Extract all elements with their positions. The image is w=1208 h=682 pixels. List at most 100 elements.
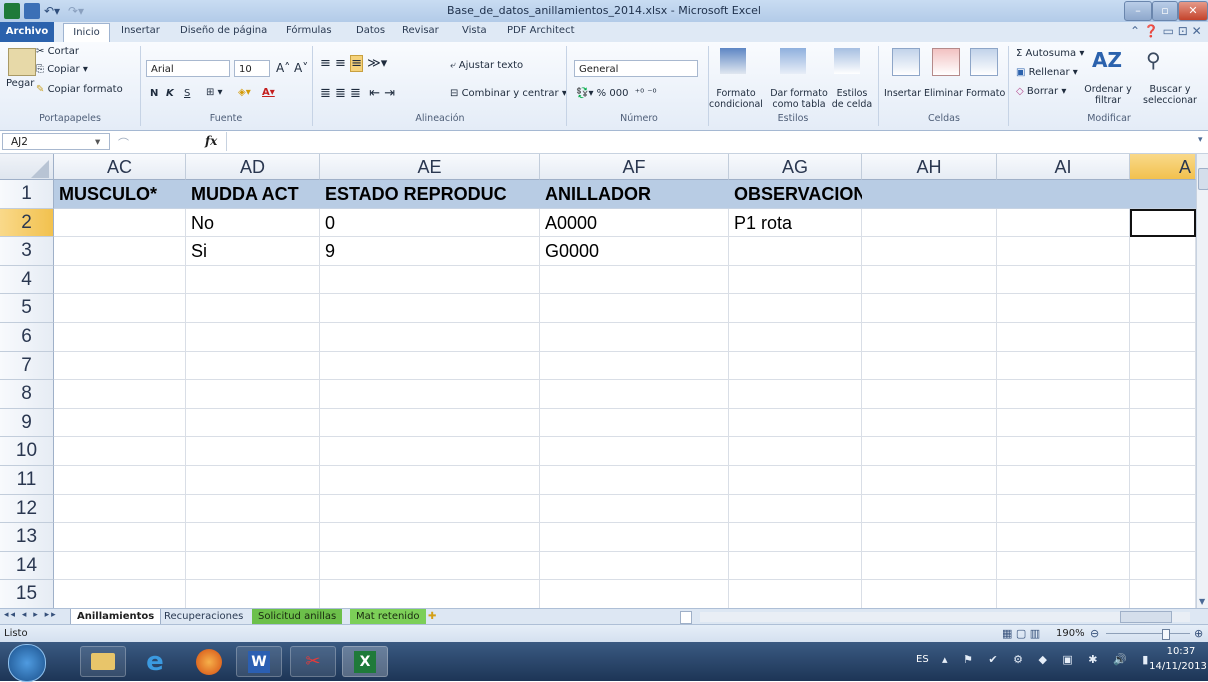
minimize-button[interactable]: – (1124, 1, 1152, 21)
tab-diseno-pagina[interactable]: Diseño de página (180, 25, 267, 36)
cell[interactable] (186, 551, 320, 581)
header-cell[interactable]: ESTADO REPRODUC (320, 180, 540, 209)
maximize-button[interactable]: ▫ (1152, 1, 1178, 21)
cell[interactable] (729, 351, 862, 381)
format-painter-button[interactable]: ✎ Copiar formato (36, 84, 123, 95)
sheet-tab-solicitud-anillas[interactable]: Solicitud anillas (252, 609, 343, 625)
fill-button[interactable]: ▣ Rellenar ▾ (1016, 67, 1078, 78)
tab-vista[interactable]: Vista (462, 25, 487, 36)
cell[interactable] (729, 437, 862, 466)
row-header-5[interactable]: 5 (0, 294, 54, 323)
cell[interactable] (1130, 408, 1196, 438)
cell[interactable] (186, 494, 320, 524)
cell[interactable] (997, 408, 1130, 438)
cell[interactable] (54, 551, 186, 581)
find-select-button[interactable]: Buscar y seleccionar (1136, 84, 1204, 106)
tab-formulas[interactable]: Fórmulas (286, 25, 332, 36)
cell[interactable] (997, 351, 1130, 381)
cell[interactable] (186, 380, 320, 409)
cell[interactable] (540, 580, 729, 608)
sheet-tab-recuperaciones[interactable]: Recuperaciones (158, 609, 249, 625)
cell[interactable] (540, 494, 729, 524)
file-explorer-icon[interactable] (80, 646, 126, 677)
cell[interactable] (54, 580, 186, 608)
cell[interactable] (862, 208, 997, 238)
spreadsheet-grid[interactable]: AC AD AE AF AG AH AI A 1 MUSCULO* MUDDA ACT ESTADO… (0, 154, 1196, 608)
cell[interactable] (320, 466, 540, 495)
cell[interactable] (729, 551, 862, 581)
cell[interactable] (1130, 551, 1196, 581)
conditional-format-button[interactable]: Formato condicional (704, 88, 768, 110)
cell[interactable] (862, 408, 997, 438)
cell[interactable] (320, 351, 540, 381)
column-header-ad[interactable]: AD (186, 154, 320, 180)
excel-taskbar-icon[interactable]: X (342, 646, 388, 677)
row-header-8[interactable]: 8 (0, 380, 54, 409)
cell[interactable] (54, 323, 186, 352)
cell[interactable] (1130, 294, 1196, 323)
word-icon[interactable]: W (236, 646, 282, 677)
sort-filter-icon[interactable]: AZ (1092, 48, 1122, 72)
cell[interactable] (862, 351, 997, 381)
cell[interactable] (540, 466, 729, 495)
cell[interactable] (729, 466, 862, 495)
cell[interactable] (54, 208, 186, 238)
cell[interactable] (186, 408, 320, 438)
vertical-scrollbar[interactable]: ▼ (1196, 154, 1208, 608)
windows-start-icon[interactable] (8, 644, 46, 682)
cell[interactable] (54, 408, 186, 438)
cell[interactable] (320, 494, 540, 524)
cell[interactable] (186, 323, 320, 352)
language-indicator[interactable]: ES (916, 654, 929, 665)
cell[interactable] (54, 494, 186, 524)
cell[interactable] (997, 323, 1130, 352)
row-header-7[interactable]: 7 (0, 351, 54, 381)
firefox-icon[interactable] (186, 646, 232, 677)
cell[interactable] (997, 551, 1130, 581)
align-left-icon[interactable]: ≣ ≣ ≣ ⇤ ⇥ (320, 86, 395, 101)
cell[interactable] (320, 523, 540, 552)
new-sheet-icon[interactable]: ✚ (422, 609, 442, 625)
cell[interactable] (540, 294, 729, 323)
cell[interactable] (186, 351, 320, 381)
cell[interactable] (54, 237, 186, 266)
name-box[interactable]: AJ2 ▾ (2, 133, 110, 150)
font-color-icon[interactable]: A▾ (262, 87, 275, 98)
row-header-1[interactable]: 1 (0, 180, 54, 209)
row-header-6[interactable]: 6 (0, 323, 54, 352)
row-header-10[interactable]: 10 (0, 437, 54, 466)
cell[interactable] (540, 523, 729, 552)
cell[interactable] (997, 380, 1130, 409)
cell[interactable] (320, 323, 540, 352)
clear-button[interactable]: ◇ Borrar ▾ (1016, 86, 1066, 97)
cell[interactable] (862, 323, 997, 352)
italic-button[interactable]: K (166, 88, 174, 99)
cell[interactable] (54, 523, 186, 552)
cell[interactable] (729, 494, 862, 524)
row-header-9[interactable]: 9 (0, 408, 54, 438)
cell[interactable] (540, 351, 729, 381)
expand-formula-icon[interactable]: ▾ (1198, 135, 1203, 145)
cell[interactable] (729, 237, 862, 266)
cell[interactable] (320, 380, 540, 409)
row-header-11[interactable]: 11 (0, 466, 54, 495)
cell[interactable]: P1 rota (729, 208, 862, 238)
paste-icon[interactable] (8, 48, 36, 76)
cell[interactable]: G0000 (540, 237, 729, 266)
cell[interactable] (862, 466, 997, 495)
cell[interactable] (1130, 323, 1196, 352)
sheet-tab-anillamientos[interactable]: Anillamientos (70, 609, 162, 625)
cell[interactable]: Si (186, 237, 320, 266)
cell[interactable] (997, 265, 1130, 295)
zoom-in-icon[interactable]: ⊕ (1194, 627, 1203, 640)
column-header-ai[interactable]: AI (997, 154, 1130, 180)
cell[interactable] (997, 237, 1130, 266)
cell[interactable] (862, 494, 997, 524)
cell[interactable] (997, 294, 1130, 323)
format-cells-button[interactable]: Formato (966, 88, 1005, 99)
wrap-text-button[interactable]: ⤶ Ajustar texto (450, 60, 523, 71)
cell-styles-button[interactable]: Estilos de celda (830, 88, 874, 110)
cell[interactable] (1130, 265, 1196, 295)
header-cell[interactable]: MUDDA ACT (186, 180, 320, 209)
row-header-15[interactable]: 15 (0, 580, 54, 608)
